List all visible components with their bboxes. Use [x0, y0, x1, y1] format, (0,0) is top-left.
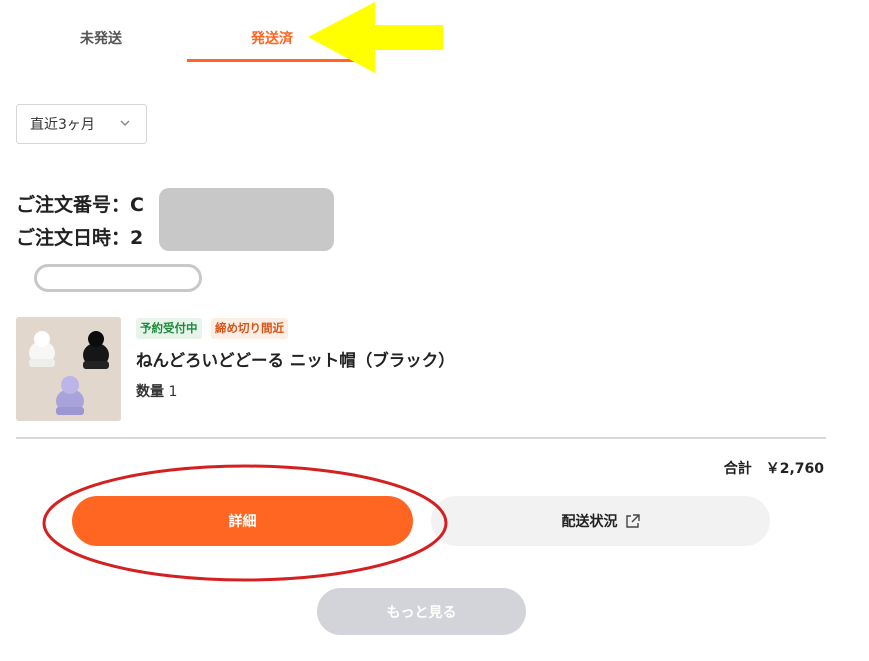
- product-quantity: 数量 1: [136, 381, 177, 401]
- order-date-label: ご注文日時：: [16, 227, 131, 249]
- product-name[interactable]: ねんどろいどどーる ニット帽（ブラック）: [136, 347, 455, 371]
- divider: [16, 437, 826, 439]
- order-number-value: C: [130, 194, 144, 216]
- quantity-label: 数量: [136, 384, 164, 400]
- quantity-value: 1: [168, 384, 178, 400]
- show-more-label: もっと見る: [386, 604, 457, 621]
- annotation-circle: [42, 464, 448, 582]
- redaction-block: [159, 188, 334, 251]
- tab-sent-label: 発送済: [251, 31, 293, 47]
- external-link-icon: [625, 514, 640, 528]
- order-date: ご注文日時：2: [16, 223, 143, 250]
- annotation-arrow: [308, 2, 443, 73]
- shipping-status-button[interactable]: 配送状況: [431, 496, 770, 546]
- badge-deadline: 締め切り間近: [211, 318, 288, 339]
- order-date-value: 2: [130, 227, 144, 249]
- product-image[interactable]: [16, 317, 121, 421]
- tab-unsent-label: 未発送: [80, 31, 122, 47]
- order-number: ご注文番号：C: [16, 190, 144, 217]
- total-label: 合計: [723, 461, 752, 477]
- show-more-button[interactable]: もっと見る: [317, 588, 526, 635]
- period-select[interactable]: 直近3ヶ月: [16, 104, 147, 144]
- total-value: ￥2,760: [765, 461, 824, 477]
- order-total: 合計 ￥2,760: [724, 458, 824, 478]
- order-number-label: ご注文番号：: [16, 194, 131, 216]
- shipping-status-label: 配送状況: [561, 514, 618, 530]
- badge-preorder: 予約受付中: [136, 318, 202, 339]
- chevron-down-icon: [120, 120, 130, 126]
- redaction-pill: [34, 264, 202, 292]
- tab-unsent[interactable]: 未発送: [16, 18, 186, 58]
- period-select-value: 直近3ヶ月: [30, 117, 95, 133]
- knit-hat-product-image: [16, 317, 121, 421]
